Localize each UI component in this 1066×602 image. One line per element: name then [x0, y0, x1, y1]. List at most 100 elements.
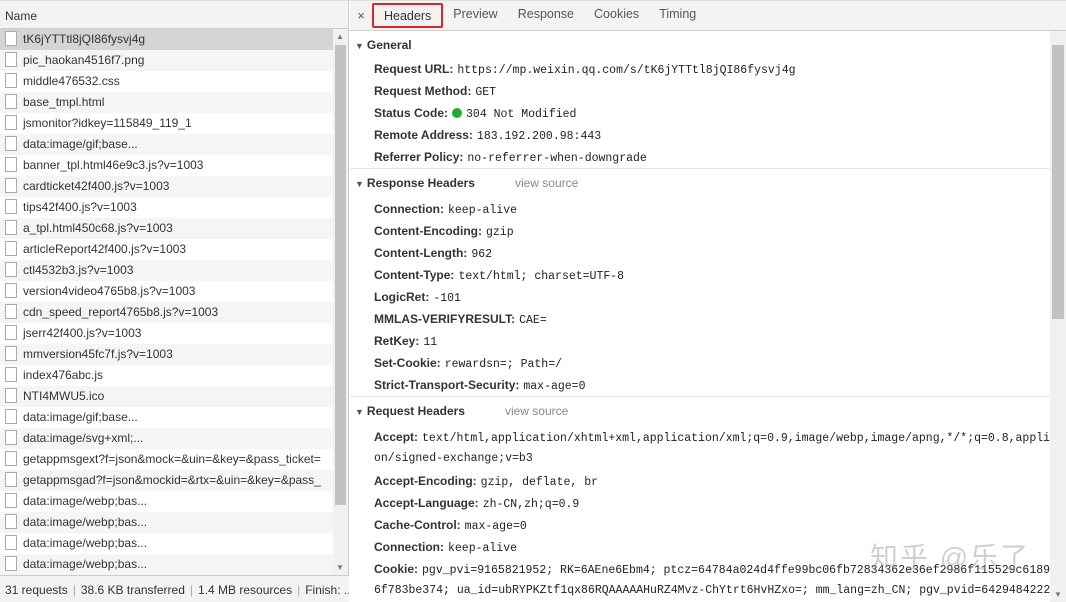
section-response-headers[interactable]: ▼ Response Headers view source [350, 168, 1050, 198]
request-name: data:image/svg+xml;... [23, 431, 144, 445]
header-name: Content-Type: [374, 268, 455, 282]
request-row[interactable]: banner_tpl.html46e9c3.js?v=1003 [0, 155, 333, 176]
file-icon [5, 409, 17, 424]
request-name: a_tpl.html450c68.js?v=1003 [23, 221, 173, 235]
file-icon [5, 31, 17, 46]
request-name: tips42f400.js?v=1003 [23, 200, 137, 214]
header-value: no-referrer-when-downgrade [467, 152, 647, 165]
request-row[interactable]: jserr42f400.js?v=1003 [0, 323, 333, 344]
request-row[interactable]: data:image/svg+xml;... [0, 428, 333, 449]
tab-preview[interactable]: Preview [443, 3, 507, 28]
status-footer: 31 requests | 38.6 KB transferred | 1.4 MB r… [0, 575, 349, 602]
header-name: Connection: [374, 202, 444, 216]
request-name: version4video4765b8.js?v=1003 [23, 284, 196, 298]
request-row[interactable]: data:image/webp;bas... [0, 491, 333, 512]
request-list-scrollbar[interactable]: ▲ ▼ [333, 29, 348, 575]
request-row[interactable]: data:image/gif;base... [0, 407, 333, 428]
scroll-down-icon[interactable]: ▼ [1054, 590, 1062, 599]
file-icon [5, 94, 17, 109]
file-icon [5, 472, 17, 487]
file-icon [5, 430, 17, 445]
header-value: 183.192.200.98:443 [476, 130, 602, 143]
file-icon [5, 262, 17, 277]
request-row[interactable]: articleReport42f400.js?v=1003 [0, 239, 333, 260]
tab-response[interactable]: Response [508, 3, 584, 28]
request-list: tK6jYTTtl8jQI86fysvj4g pic_haokan4516f7.p… [0, 29, 333, 575]
request-name: jserr42f400.js?v=1003 [23, 326, 142, 340]
request-row[interactable]: data:image/webp;bas... [0, 512, 333, 533]
request-row[interactable]: cdn_speed_report4765b8.js?v=1003 [0, 302, 333, 323]
tab-headers[interactable]: Headers [372, 3, 444, 28]
section-general[interactable]: ▼ General [350, 31, 1050, 58]
header-row: MMLAS-VERIFYRESULT: CAE= [350, 308, 1050, 330]
close-icon[interactable]: × [350, 8, 372, 23]
details-tabs: × Headers Preview Response Cookies Timing [350, 0, 1066, 31]
request-row[interactable]: data:image/webp;bas... [0, 554, 333, 575]
view-source-link[interactable]: view source [505, 404, 568, 418]
header-name: Strict-Transport-Security: [374, 378, 520, 392]
header-name: Request Method: [374, 84, 472, 98]
header-value: gzip [485, 226, 514, 239]
header-value: -101 [433, 292, 461, 305]
request-row[interactable]: mmversion45fc7f.js?v=1003 [0, 344, 333, 365]
tab-cookies[interactable]: Cookies [584, 3, 649, 28]
request-name: base_tmpl.html [23, 95, 105, 109]
file-icon [5, 283, 17, 298]
header-value: text/html,application/xhtml+xml,applicat… [422, 432, 1050, 445]
file-icon [5, 556, 17, 571]
request-row[interactable]: pic_haokan4516f7.png [0, 50, 333, 71]
header-name: Content-Length: [374, 246, 468, 260]
header-value: keep-alive [448, 204, 518, 217]
request-row[interactable]: data:image/gif;base... [0, 134, 333, 155]
request-row[interactable]: index476abc.js [0, 365, 333, 386]
request-row[interactable]: tK6jYTTtl8jQI86fysvj4g [0, 29, 333, 50]
file-icon [5, 241, 17, 256]
expand-triangle-icon[interactable]: ▼ [355, 41, 364, 51]
request-row[interactable]: tips42f400.js?v=1003 [0, 197, 333, 218]
file-icon [5, 304, 17, 319]
request-name: data:image/webp;bas... [23, 536, 148, 550]
tab-timing[interactable]: Timing [649, 3, 706, 28]
request-row[interactable]: cardticket42f400.js?v=1003 [0, 176, 333, 197]
header-value: max-age=0 [523, 380, 586, 393]
header-name: LogicRet: [374, 290, 430, 304]
request-name: getappmsgext?f=json&mock=&uin=&key=&pass… [23, 452, 321, 466]
header-value: keep-alive [448, 542, 518, 555]
scroll-up-icon[interactable]: ▲ [336, 32, 344, 41]
scrollbar-thumb[interactable] [335, 45, 346, 505]
request-row[interactable]: a_tpl.html450c68.js?v=1003 [0, 218, 333, 239]
file-icon [5, 178, 17, 193]
request-row[interactable]: version4video4765b8.js?v=1003 [0, 281, 333, 302]
request-name: data:image/webp;bas... [23, 515, 148, 529]
header-row: Request Method: GET [350, 80, 1050, 102]
request-row[interactable]: base_tmpl.html [0, 92, 333, 113]
header-row: RetKey: 11 [350, 330, 1050, 352]
details-scrollbar[interactable]: ▼ [1050, 31, 1066, 602]
header-value: 304 Not Modified [466, 108, 577, 121]
header-value: 11 [423, 336, 438, 349]
request-row[interactable]: data:image/webp;bas... [0, 533, 333, 554]
header-row: Set-Cookie: rewardsn=; Path=/ [350, 352, 1050, 374]
header-name: Accept-Language: [374, 496, 479, 510]
request-row[interactable]: NTI4MWU5.ico [0, 386, 333, 407]
request-row[interactable]: ctl4532b3.js?v=1003 [0, 260, 333, 281]
scroll-down-icon[interactable]: ▼ [336, 563, 344, 572]
request-row[interactable]: jsmonitor?idkey=115849_119_1 [0, 113, 333, 134]
scrollbar-thumb[interactable] [1052, 45, 1064, 319]
section-request-headers[interactable]: ▼ Request Headers view source [350, 396, 1050, 426]
headers-content: ▼ General Request URL: https://mp.weixin.qq… [350, 31, 1050, 602]
expand-triangle-icon[interactable]: ▼ [355, 179, 364, 189]
view-source-link[interactable]: view source [515, 176, 578, 190]
header-row: Referrer Policy: no-referrer-when-downgra… [350, 146, 1050, 168]
request-name: tK6jYTTtl8jQI86fysvj4g [23, 32, 146, 46]
request-row[interactable]: middle476532.css [0, 71, 333, 92]
header-value: GET [475, 86, 497, 99]
request-name: jsmonitor?idkey=115849_119_1 [23, 116, 192, 130]
request-row[interactable]: getappmsgext?f=json&mock=&uin=&key=&pass… [0, 449, 333, 470]
request-row[interactable]: getappmsgad?f=json&mockid=&rtx=&uin=&key… [0, 470, 333, 491]
request-name: index476abc.js [23, 368, 104, 382]
header-row: Strict-Transport-Security: max-age=0 [350, 374, 1050, 396]
header-row: Status Code: 304 Not Modified [350, 102, 1050, 124]
name-column-header[interactable]: Name [0, 0, 348, 29]
expand-triangle-icon[interactable]: ▼ [355, 407, 364, 417]
